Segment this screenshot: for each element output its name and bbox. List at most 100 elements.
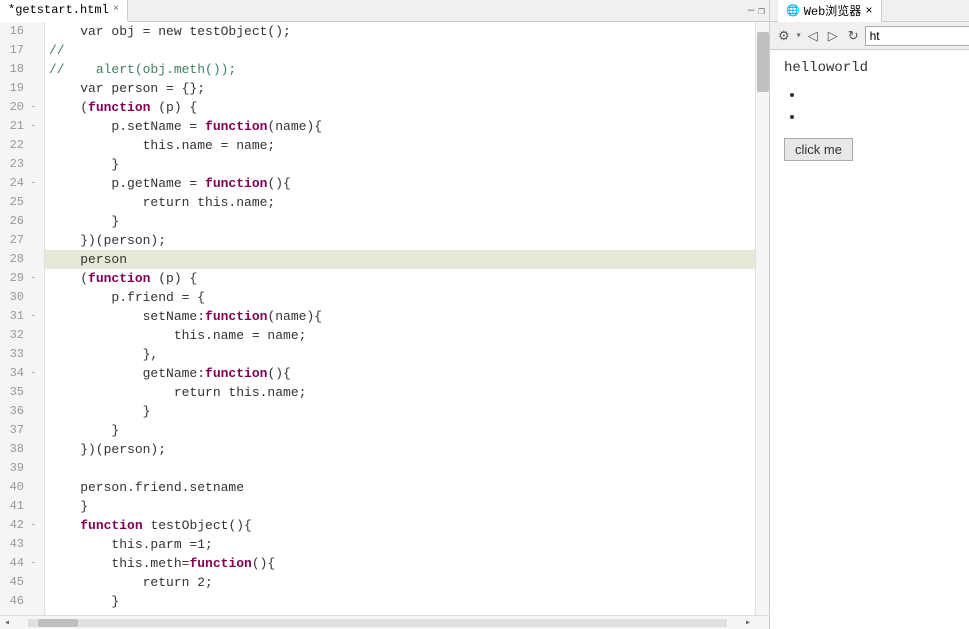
code-segment: (p) { <box>150 98 197 117</box>
code-segment: })(person); <box>49 231 166 250</box>
fold-icon[interactable]: - <box>26 554 36 573</box>
back-button[interactable]: ◁ <box>804 26 822 46</box>
browser-tab[interactable]: 🌐 Web浏览器 × <box>778 0 882 22</box>
refresh-button[interactable]: ↻ <box>844 26 863 46</box>
line-numbers: 1617181920-21-222324-2526272829-3031-323… <box>0 22 45 615</box>
code-line[interactable]: p.friend = { <box>45 288 769 307</box>
fold-icon[interactable]: - <box>26 269 36 288</box>
code-segment: function <box>205 174 267 193</box>
fold-icon[interactable]: - <box>26 516 36 535</box>
code-segment: function <box>205 307 267 326</box>
url-bar[interactable] <box>865 26 969 46</box>
line-number: 35 <box>0 383 40 402</box>
code-line[interactable]: } <box>45 421 769 440</box>
code-line[interactable]: return this.name; <box>45 383 769 402</box>
fold-icon[interactable]: - <box>26 117 36 136</box>
list-item <box>804 106 969 128</box>
code-line[interactable]: person.friend.setname <box>45 478 769 497</box>
code-line[interactable]: })(person); <box>45 440 769 459</box>
code-line[interactable]: return this.name; <box>45 193 769 212</box>
code-line[interactable]: p.getName = function(){ <box>45 174 769 193</box>
browser-tab-close[interactable]: × <box>865 4 872 18</box>
line-num-value: 35 <box>10 383 24 402</box>
code-line[interactable]: return 2; <box>45 573 769 592</box>
code-segment: p.setName = <box>49 117 205 136</box>
line-number: 41 <box>0 497 40 516</box>
line-num-value: 27 <box>10 231 24 250</box>
code-line[interactable]: }, <box>45 345 769 364</box>
editor-scrollbar[interactable] <box>755 22 769 615</box>
editor-tab[interactable]: *getstart.html × <box>0 0 128 22</box>
line-number: 28 <box>0 250 40 269</box>
line-number: 39 <box>0 459 40 478</box>
line-number: 23 <box>0 155 40 174</box>
line-num-value: 21 <box>10 117 24 136</box>
scroll-right-btn[interactable]: ▸ <box>741 616 755 629</box>
code-segment: this.name = name; <box>49 326 306 345</box>
scroll-left-btn[interactable]: ◂ <box>0 616 14 629</box>
fold-icon[interactable]: - <box>26 98 36 117</box>
code-line[interactable] <box>45 459 769 478</box>
code-line[interactable]: getName:function(){ <box>45 364 769 383</box>
line-num-value: 18 <box>10 60 24 79</box>
line-num-value: 45 <box>10 573 24 592</box>
editor-tab-close[interactable]: × <box>113 4 119 15</box>
code-line[interactable]: } <box>45 212 769 231</box>
code-line[interactable]: setName:function(name){ <box>45 307 769 326</box>
line-num-value: 30 <box>10 288 24 307</box>
fold-icon[interactable]: - <box>26 364 36 383</box>
code-segment: // <box>49 60 65 79</box>
code-line[interactable]: // <box>45 41 769 60</box>
code-line[interactable]: this.parm =1; <box>45 535 769 554</box>
line-number: 22 <box>0 136 40 155</box>
editor-minimize-btn[interactable]: — <box>748 5 755 17</box>
editor-restore-btn[interactable]: ❐ <box>758 4 765 18</box>
line-number: 18 <box>0 60 40 79</box>
code-line[interactable]: this.meth=function(){ <box>45 554 769 573</box>
line-num-value: 20 <box>10 98 24 117</box>
editor-tab-label: *getstart.html <box>8 3 109 17</box>
settings-button[interactable]: ⚙ <box>774 26 794 46</box>
code-line[interactable]: person <box>45 250 769 269</box>
code-segment: return this.name; <box>49 383 306 402</box>
browser-pane: 🌐 Web浏览器 × — □ ⚙ ▾ ◁ ▷ ↻ helloworld clic… <box>770 0 969 629</box>
code-line[interactable]: function testObject(){ <box>45 516 769 535</box>
horizontal-scrollbar[interactable]: ◂ ▸ <box>0 615 769 629</box>
fold-icon[interactable]: - <box>26 307 36 326</box>
editor-body: 1617181920-21-222324-2526272829-3031-323… <box>0 22 769 615</box>
fold-icon[interactable]: - <box>26 174 36 193</box>
list-item <box>804 84 969 106</box>
code-line[interactable]: } <box>45 592 769 611</box>
line-num-value: 24 <box>10 174 24 193</box>
code-segment: ( <box>49 269 88 288</box>
code-segment: this.parm =1; <box>49 535 213 554</box>
code-line[interactable]: // alert(obj.meth()); <box>45 60 769 79</box>
editor-tab-bar: *getstart.html × — ❐ <box>0 0 769 22</box>
code-line[interactable]: } <box>45 402 769 421</box>
browser-content: helloworld click me <box>770 50 969 629</box>
settings-dropdown-icon[interactable]: ▾ <box>796 30 802 42</box>
click-me-button[interactable]: click me <box>784 138 853 161</box>
code-segment: } <box>49 592 119 611</box>
line-number: 19 <box>0 79 40 98</box>
line-number: 26 <box>0 212 40 231</box>
code-line[interactable]: p.setName = function(name){ <box>45 117 769 136</box>
forward-button[interactable]: ▷ <box>824 26 842 46</box>
code-segment: (name){ <box>267 307 322 326</box>
line-num-value: 16 <box>10 22 24 41</box>
code-line[interactable]: var person = {}; <box>45 79 769 98</box>
code-line[interactable]: this.name = name; <box>45 136 769 155</box>
code-segment: this.name = name; <box>49 136 275 155</box>
code-area[interactable]: var obj = new testObject();//// alert(ob… <box>45 22 769 615</box>
code-line[interactable]: this.name = name; <box>45 326 769 345</box>
line-number: 44- <box>0 554 40 573</box>
code-line[interactable]: } <box>45 497 769 516</box>
code-line[interactable]: })(person); <box>45 231 769 250</box>
code-segment: // <box>49 41 65 60</box>
code-line[interactable]: (function (p) { <box>45 98 769 117</box>
code-line[interactable]: } <box>45 155 769 174</box>
scroll-track[interactable] <box>28 619 727 627</box>
code-line[interactable]: (function (p) { <box>45 269 769 288</box>
browser-toolbar: ⚙ ▾ ◁ ▷ ↻ <box>770 22 969 50</box>
code-line[interactable]: var obj = new testObject(); <box>45 22 769 41</box>
